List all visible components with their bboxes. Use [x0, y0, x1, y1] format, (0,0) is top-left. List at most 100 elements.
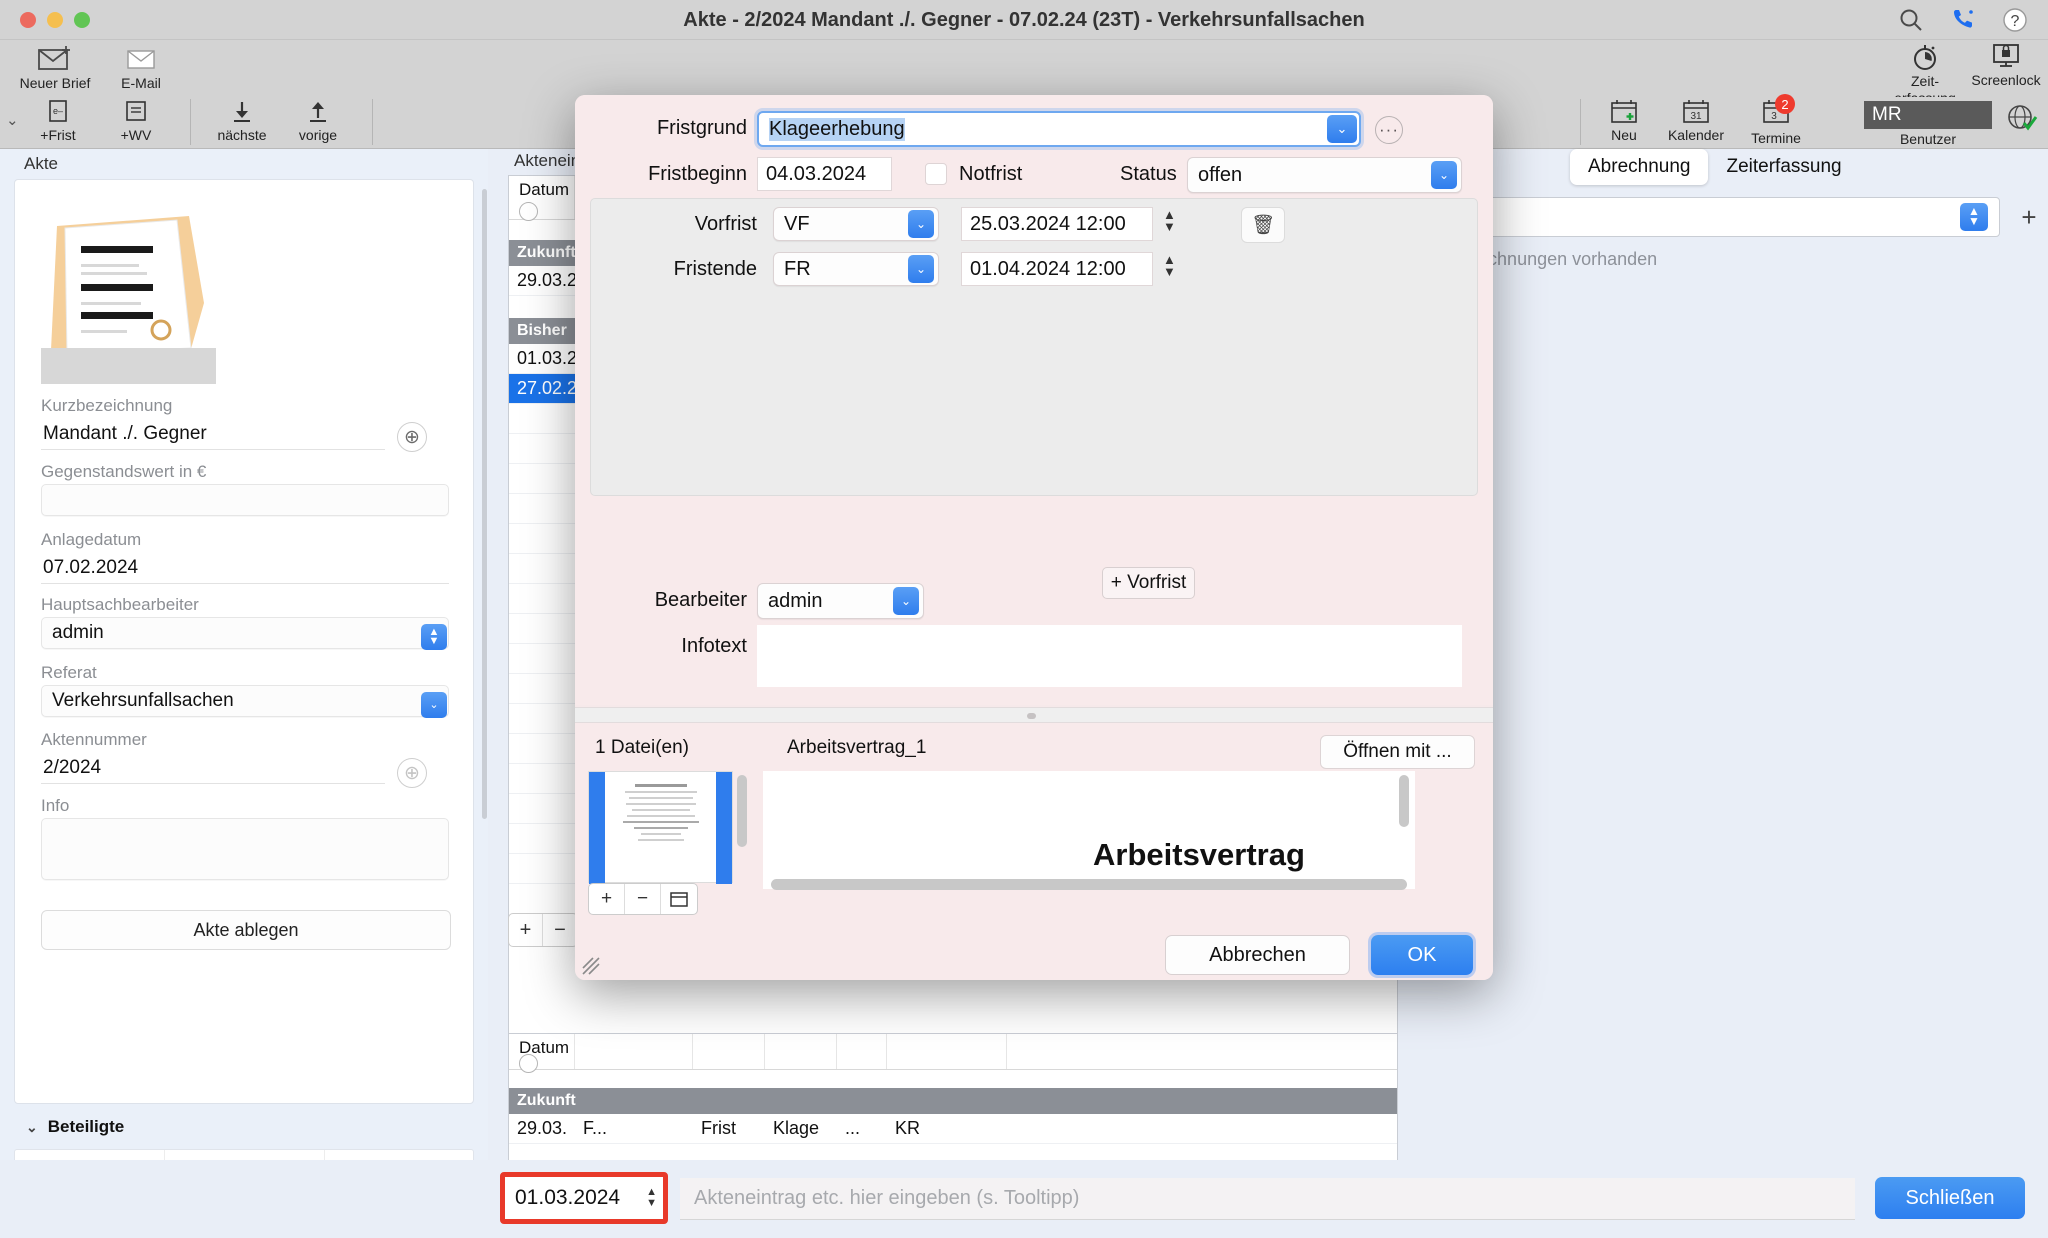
cancel-button[interactable]: Abbrechen [1165, 935, 1350, 975]
field-anlagedatum-input[interactable]: 07.02.2024 [41, 552, 449, 584]
aktennummer-add-button[interactable]: ⊕ [397, 758, 427, 788]
field-kurzbezeichnung-input[interactable]: Mandant ./. Gegner [41, 418, 385, 450]
entries-remove-button[interactable]: − [543, 914, 577, 946]
field-referat-input[interactable]: Verkehrsunfallsachen [41, 685, 449, 717]
toolbar-add-resubmission-button[interactable]: +WV [100, 99, 172, 143]
phone-icon[interactable] [1948, 5, 1978, 35]
lower-group-zukunft-label: Zukunft [517, 1092, 576, 1109]
lower-sort-circle-icon[interactable] [519, 1054, 538, 1073]
toolbar-appointments-button[interactable]: 3 2 Termine [1736, 94, 1816, 146]
status-dropdown-icon[interactable]: ⌄ [1431, 161, 1457, 189]
field-gegenstandswert-input[interactable] [41, 484, 449, 516]
svg-text:31: 31 [1690, 111, 1702, 122]
field-hauptsachbearbeiter-label: Hauptsachbearbeiter [41, 595, 199, 614]
fristende-type-select[interactable]: FR ⌄ [773, 252, 939, 286]
toolbar-globe-button[interactable] [2002, 103, 2042, 133]
lower-col-datum: Datum [509, 1034, 575, 1073]
status-select[interactable]: offen ⌄ [1187, 157, 1462, 193]
fristgrund-label-wrap: Fristgrund [613, 117, 747, 140]
kurzbezeichnung-add-button[interactable]: ⊕ [397, 422, 427, 452]
footer-entry-input[interactable]: Akteneintrag etc. hier eingeben (s. Tool… [680, 1178, 1855, 1220]
notfrist-checkbox[interactable] [925, 163, 947, 185]
thumbnail-scrollbar[interactable] [737, 775, 747, 847]
field-info-input[interactable] [41, 818, 449, 880]
resize-grip-icon[interactable] [580, 955, 602, 983]
hauptsachbearbeiter-dropdown-icon[interactable]: ▲ ▼ [421, 624, 447, 650]
dialog-splitter-handle[interactable] [1027, 713, 1036, 719]
vorfrist-datetime-input[interactable]: 25.03.2024 12:00 [961, 207, 1153, 241]
preview-horizontal-scrollbar[interactable] [771, 879, 1407, 890]
ok-button[interactable]: OK [1371, 935, 1473, 975]
entries-add-remove-controls[interactable]: + − [508, 913, 578, 947]
chevron-down-icon[interactable]: ⌄ [6, 111, 19, 129]
add-vorfrist-button[interactable]: + Vorfrist [1102, 567, 1195, 599]
footer-date-stepper[interactable]: ▲ ▼ [646, 1187, 657, 1209]
field-info: Info [41, 796, 451, 880]
infotext-label: Infotext [681, 635, 747, 657]
fristgrund-input[interactable]: Klageerhebung [757, 111, 1361, 147]
vorfrist-type-dropdown-icon[interactable]: ⌄ [908, 210, 934, 238]
toolbar-next-label: nächste [217, 127, 267, 143]
thumbnail-add-button[interactable]: + [589, 884, 625, 914]
fristgrund-more-button[interactable]: ··· [1375, 116, 1403, 144]
vorfrist-stepper[interactable]: ▲ ▼ [1163, 208, 1176, 234]
help-icon[interactable]: ? [2000, 5, 2030, 35]
vorfrist-label: Vorfrist [694, 213, 757, 235]
frist-dialog-top: Fristgrund Klageerhebung ⌄ ··· Fristbegi… [575, 95, 1493, 705]
fristende-type-dropdown-icon[interactable]: ⌄ [908, 255, 934, 283]
preview-vertical-scrollbar[interactable] [1399, 775, 1409, 827]
fristende-label: Fristende [673, 258, 757, 280]
fristgrund-value: Klageerhebung [769, 117, 905, 141]
file-name-label: Arbeitsvertrag_1 [787, 737, 927, 758]
footer-date-field[interactable]: 01.03.2024 ▲ ▼ [500, 1172, 668, 1224]
fristende-stepper[interactable]: ▲ ▼ [1163, 253, 1176, 279]
fristgrund-dropdown-icon[interactable]: ⌄ [1327, 115, 1357, 143]
akte-ablegen-button[interactable]: Akte ablegen [41, 910, 451, 950]
beteiligte-section-header[interactable]: ⌄ Beteiligte [14, 1117, 474, 1137]
file-thumbnail[interactable] [588, 771, 733, 884]
fristbeginn-input[interactable]: 04.03.2024 [757, 157, 892, 191]
vorfrist-type-select[interactable]: VF ⌄ [773, 207, 939, 241]
tab-abrechnung[interactable]: Abrechnung [1570, 149, 1709, 185]
tab-zeiterfassung[interactable]: Zeiterfassung [1708, 149, 1859, 185]
toolbar-calendar-new-button[interactable]: Neu [1592, 99, 1656, 143]
sidebar-scrollbar[interactable] [482, 189, 487, 819]
open-with-button[interactable]: Öffnen mit ... [1320, 735, 1475, 769]
chevron-down-icon[interactable]: ⌄ [26, 1119, 38, 1136]
toolbar-calendar-button[interactable]: 31 Kalender [1656, 99, 1736, 143]
table-row[interactable]: 29.03. F... Frist Klage ... KR [509, 1114, 1397, 1144]
bearbeiter-value: admin [768, 589, 823, 612]
right-panel-filter-dropdown-icon[interactable]: ▲ ▼ [1960, 203, 1988, 231]
field-referat: Referat Verkehrsunfallsachen [41, 663, 451, 717]
toolbar-screenlock-button[interactable]: Screenlock [1968, 42, 2044, 88]
toolbar-add-deadline-button[interactable]: e– +Frist [22, 99, 94, 143]
infotext-textarea[interactable] [757, 625, 1462, 687]
fristende-datetime-input[interactable]: 01.04.2024 12:00 [961, 252, 1153, 286]
lower-group-zukunft: Zukunft [509, 1088, 1397, 1114]
toolbar-user-button[interactable]: MR Benutzer [1858, 101, 1998, 147]
trash-icon[interactable]: 🗑 [1241, 207, 1285, 243]
entries-group-bisher-label: Bisher [517, 322, 567, 339]
toolbar-time-tracking-button[interactable]: Zeit- erfassung [1880, 42, 1970, 105]
entry-col5: ... [845, 1118, 861, 1138]
document-preview[interactable]: Arbeitsvertrag [763, 771, 1415, 889]
fristbeginn-label-wrap: Fristbeginn [595, 163, 747, 186]
thumbnail-remove-button[interactable]: − [625, 884, 661, 914]
entries-add-button[interactable]: + [509, 914, 543, 946]
bearbeiter-dropdown-icon[interactable]: ⌄ [893, 587, 919, 615]
close-button[interactable]: Schließen [1875, 1177, 2025, 1219]
entry-date: 01.03.2 [517, 348, 575, 368]
toolbar-email-button[interactable]: E-Mail [100, 43, 182, 91]
search-icon[interactable] [1896, 5, 1926, 35]
bearbeiter-select[interactable]: admin ⌄ [757, 583, 924, 619]
referat-dropdown-icon[interactable]: ⌄ [421, 692, 447, 718]
toolbar-previous-button[interactable]: vorige [272, 99, 364, 143]
thumbnail-archive-icon[interactable] [661, 884, 697, 914]
fristgrund-label: Fristgrund [656, 117, 747, 139]
entries-sort-circle-icon[interactable] [519, 202, 538, 221]
thumbnail-toolbar[interactable]: + − [588, 883, 698, 915]
field-hauptsachbearbeiter-input[interactable]: admin [41, 617, 449, 649]
field-aktennummer-input[interactable]: 2/2024 [41, 752, 385, 784]
toolbar-new-letter-button[interactable]: Neuer Brief [14, 43, 96, 91]
right-panel-add-button[interactable]: + [2012, 199, 2046, 235]
